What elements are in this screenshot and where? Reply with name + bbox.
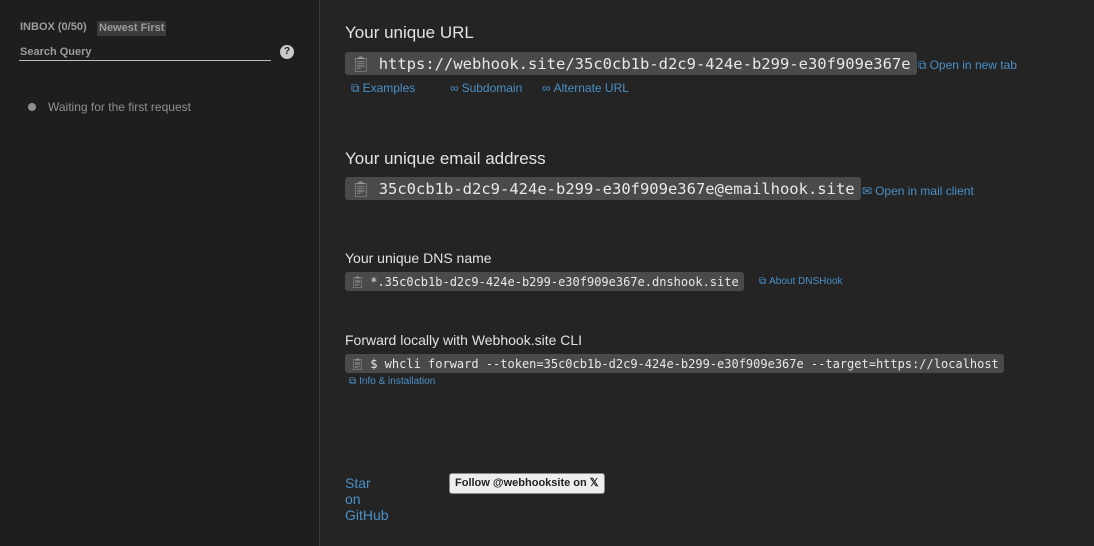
open-mail-client-link[interactable]: ✉ Open in mail client	[862, 184, 974, 198]
external-link-icon: ⧉	[759, 276, 767, 287]
external-link-icon: ⧉	[351, 81, 360, 95]
help-icon[interactable]: ?	[280, 45, 294, 59]
examples-link[interactable]: ⧉ Examples	[351, 81, 415, 96]
sort-order-button[interactable]: Newest First	[97, 21, 167, 36]
cli-command-box[interactable]: 📋︎ $ whcli forward --token=35c0cb1b-d2c9…	[345, 354, 1004, 373]
cli-command-text: $ whcli forward --token=35c0cb1b-d2c9-42…	[370, 356, 999, 371]
envelope-icon: ✉	[862, 184, 873, 198]
clipboard-icon[interactable]: 📋︎	[351, 55, 371, 73]
unique-email-box[interactable]: 📋︎ 35c0cb1b-d2c9-424e-b299-e30f909e367e@…	[345, 177, 861, 200]
unique-dns-text: *.35c0cb1b-d2c9-424e-b299-e30f909e367e.d…	[370, 274, 739, 289]
url-section-title: Your unique URL	[345, 23, 474, 42]
follow-x-button[interactable]: Follow @webhooksite on 𝕏	[449, 473, 605, 494]
alternate-url-link[interactable]: ∞ Alternate URL	[542, 81, 629, 95]
unique-url-text: https://webhook.site/35c0cb1b-d2c9-424e-…	[378, 54, 911, 73]
unique-url-box[interactable]: 📋︎ https://webhook.site/35c0cb1b-d2c9-42…	[345, 52, 917, 75]
inbox-label: INBOX (0/50)	[20, 21, 87, 33]
sidebar: INBOX (0/50) Newest First ? Waiting for …	[0, 0, 320, 546]
waiting-text: Waiting for the first request	[48, 100, 191, 114]
star-on-github-link[interactable]: Star on GitHub	[345, 475, 389, 523]
clipboard-icon[interactable]: 📋︎	[351, 180, 371, 198]
clipboard-icon[interactable]: 📋︎	[350, 275, 365, 289]
subdomain-link[interactable]: ∞ Subdomain	[450, 81, 522, 95]
about-dnshook-link[interactable]: ⧉ About DNSHook	[759, 276, 843, 287]
link-icon: ∞	[450, 81, 459, 95]
unique-email-text: 35c0cb1b-d2c9-424e-b299-e30f909e367e@ema…	[378, 179, 855, 198]
link-icon: ∞	[542, 81, 551, 95]
unique-dns-box[interactable]: 📋︎ *.35c0cb1b-d2c9-424e-b299-e30f909e367…	[345, 272, 744, 291]
search-input[interactable]	[19, 43, 271, 61]
external-link-icon: ⧉	[349, 376, 357, 387]
cli-info-link[interactable]: ⧉ Info & installation	[349, 376, 435, 387]
external-link-icon: ⧉	[918, 58, 927, 72]
status-dot-icon	[28, 103, 36, 111]
clipboard-icon[interactable]: 📋︎	[350, 357, 365, 371]
cli-section-title: Forward locally with Webhook.site CLI	[345, 332, 583, 348]
dns-section-title: Your unique DNS name	[345, 250, 492, 266]
email-section-title: Your unique email address	[345, 149, 546, 168]
open-new-tab-link[interactable]: ⧉ Open in new tab	[918, 58, 1017, 73]
waiting-status: Waiting for the first request	[28, 100, 191, 114]
